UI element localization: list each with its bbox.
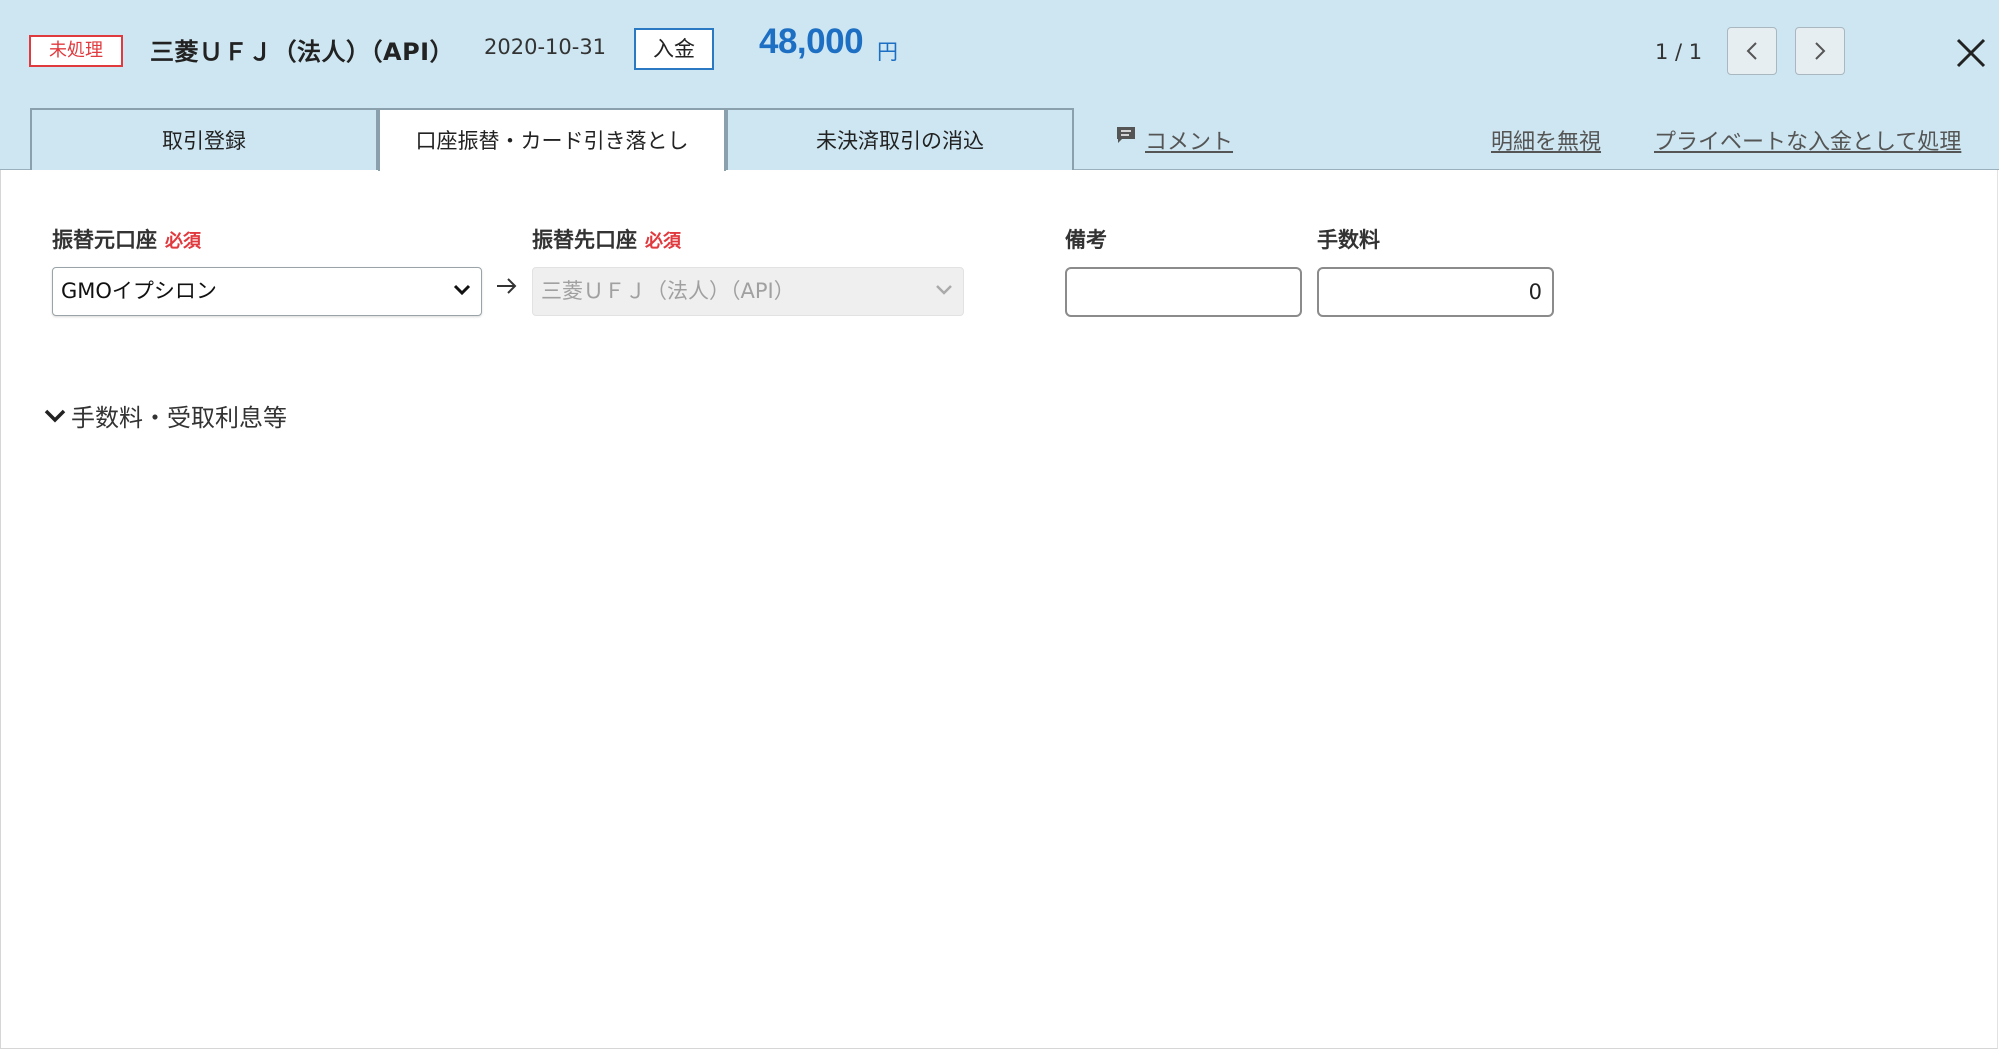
- private-deposit-link[interactable]: プライベートな入金として処理: [1654, 124, 1961, 156]
- tab-unsettled-clearing[interactable]: 未決済取引の消込: [726, 108, 1074, 170]
- from-account-label-text: 振替元口座: [52, 228, 157, 252]
- to-account-label: 振替先口座 必須: [532, 224, 681, 254]
- chevron-down-icon: [453, 284, 471, 296]
- tab-account-transfer[interactable]: 口座振替・カード引き落とし: [378, 108, 726, 171]
- transaction-date: 2020-10-31: [484, 35, 607, 59]
- tab-transaction-register[interactable]: 取引登録: [30, 108, 378, 170]
- fee-label: 手数料: [1317, 228, 1380, 252]
- from-account-value: GMOイプシロン: [61, 279, 217, 303]
- header-bar: 未処理 三菱ＵＦＪ（法人）（API） 2020-10-31 入金 48,000 …: [0, 0, 1999, 171]
- required-badge: 必須: [165, 231, 201, 252]
- status-badge: 未処理: [29, 35, 123, 67]
- account-title: 三菱ＵＦＪ（法人）（API）: [150, 38, 455, 66]
- ignore-statement-link[interactable]: 明細を無視: [1491, 124, 1601, 156]
- expander-label: 手数料・受取利息等: [71, 404, 287, 432]
- to-account-value: 三菱ＵＦＪ（法人）（API）: [541, 279, 795, 303]
- required-badge: 必須: [645, 231, 681, 252]
- comment-link[interactable]: コメント: [1145, 124, 1233, 156]
- close-icon: [1956, 38, 1986, 68]
- from-account-select[interactable]: GMOイプシロン: [52, 267, 482, 316]
- from-account-label: 振替元口座 必須: [52, 224, 201, 254]
- close-button[interactable]: [1951, 33, 1991, 73]
- chevron-down-icon: [936, 285, 952, 295]
- currency-label: 円: [877, 40, 898, 64]
- memo-label: 備考: [1065, 228, 1107, 252]
- transaction-type-badge: 入金: [634, 28, 714, 70]
- previous-button[interactable]: [1727, 27, 1777, 75]
- comment-icon: [1117, 127, 1135, 143]
- pager-count: 1 / 1: [1655, 40, 1703, 64]
- transaction-amount: 48,000: [759, 22, 864, 61]
- chevron-right-icon: [1815, 42, 1826, 60]
- fee-interest-expander[interactable]: 手数料・受取利息等: [43, 398, 287, 433]
- to-account-select: 三菱ＵＦＪ（法人）（API）: [532, 267, 964, 316]
- chevron-down-icon: [44, 409, 66, 422]
- chevron-left-icon: [1746, 42, 1757, 60]
- arrow-right-icon: [497, 278, 517, 294]
- memo-input[interactable]: [1065, 267, 1302, 317]
- fee-input[interactable]: 0: [1317, 267, 1554, 317]
- next-button[interactable]: [1795, 27, 1845, 75]
- to-account-label-text: 振替先口座: [532, 228, 637, 252]
